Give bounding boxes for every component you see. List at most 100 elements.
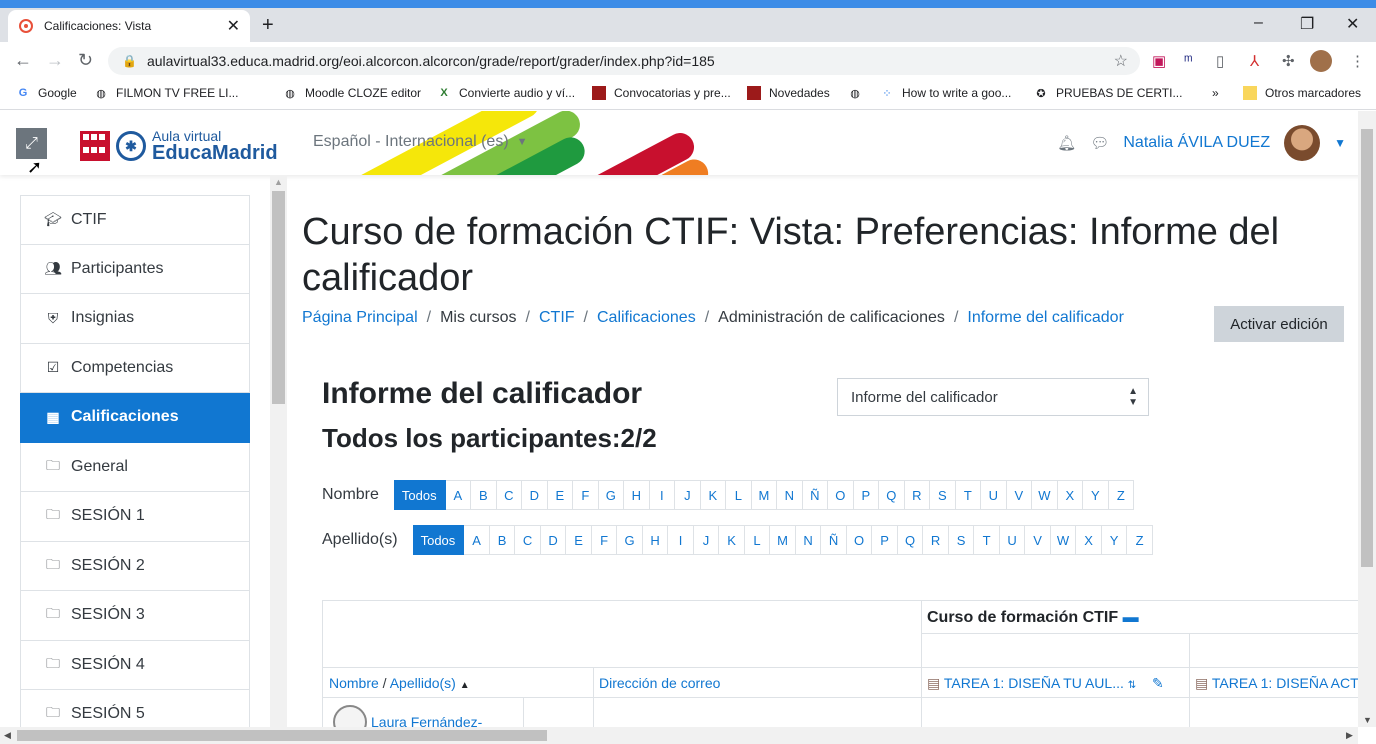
last-initial-letter[interactable]: V [1025, 525, 1051, 555]
collapse-minus-icon[interactable]: ▬ [1123, 609, 1139, 626]
maximize-icon[interactable]: ❐ [1300, 14, 1314, 34]
bookmark-star-icon[interactable]: ☆ [1114, 51, 1128, 71]
last-initial-letter[interactable]: D [540, 525, 567, 555]
first-initial-letter[interactable]: P [853, 480, 880, 510]
drawer-item-sesi-n-3[interactable]: 🗀 SESIÓN 3 [20, 591, 250, 641]
last-initial-letter[interactable]: X [1076, 525, 1102, 555]
last-initial-letter[interactable]: U [999, 525, 1026, 555]
address-bar[interactable]: 🔒 aulavirtual33.educa.madrid.org/eoi.alc… [108, 47, 1140, 75]
drawer-item-calificaciones[interactable]: ▦ Calificaciones [20, 393, 250, 443]
educamadrid-logo[interactable]: ✱ Aula virtual EducaMadrid [80, 129, 278, 163]
first-initial-letter[interactable]: X [1057, 480, 1084, 510]
extension-pdf-icon[interactable]: ⅄ [1250, 52, 1259, 70]
other-bookmarks[interactable]: Otros marcadores [1243, 86, 1361, 100]
bookmark-item[interactable]: ◍ [848, 86, 870, 100]
last-initial-letter[interactable]: F [591, 525, 618, 555]
horizontal-scrollbar[interactable]: ◀ ▶ [0, 727, 1358, 744]
sort-icon[interactable]: ⇅ [1128, 680, 1136, 691]
back-icon[interactable]: ← [14, 50, 32, 71]
first-initial-letter[interactable]: N [777, 480, 803, 510]
last-initial-letter[interactable]: C [515, 525, 541, 555]
last-initial-letter[interactable]: P [872, 525, 898, 555]
edit-pencil-icon[interactable]: ✎ [1152, 675, 1164, 691]
first-initial-letter[interactable]: B [471, 480, 497, 510]
drawer-item-insignias[interactable]: ⛨ Insignias [20, 294, 250, 344]
email-column-header[interactable]: Dirección de correo [599, 675, 720, 691]
first-initial-letter[interactable]: K [700, 480, 727, 510]
first-initial-letter[interactable]: V [1006, 480, 1033, 510]
close-tab-icon[interactable]: ✕ [227, 16, 240, 36]
bookmark-item[interactable]: ◍ Moodle CLOZE editor [283, 86, 421, 100]
browser-tab[interactable]: Calificaciones: Vista ✕ [8, 10, 250, 42]
first-initial-letter[interactable]: E [547, 480, 574, 510]
language-menu[interactable]: Español - Internacional (es) ▼ [313, 133, 528, 151]
last-initial-letter[interactable]: J [693, 525, 720, 555]
drawer-item-sesi-n-4[interactable]: 🗀 SESIÓN 4 [20, 640, 250, 690]
first-initial-letter[interactable]: A [445, 480, 472, 510]
task2-column-header[interactable]: ▤ TAREA 1: DISEÑA ACT [1195, 675, 1359, 692]
last-initial-all[interactable]: Todos [412, 525, 465, 555]
chat-icon[interactable]: 💬︎ [1090, 134, 1109, 152]
extensions-puzzle-icon[interactable]: ✣ [1282, 52, 1295, 70]
first-initial-letter[interactable]: J [675, 480, 701, 510]
last-initial-letter[interactable]: B [489, 525, 516, 555]
last-initial-letter[interactable]: E [566, 525, 592, 555]
first-initial-letter[interactable]: G [598, 480, 625, 510]
extension-mendeley-icon[interactable]: ᵐ [1184, 52, 1193, 69]
first-initial-letter[interactable]: W [1032, 480, 1058, 510]
first-initial-letter[interactable]: R [904, 480, 931, 510]
bookmark-item[interactable]: ◍ FILMON TV FREE LI... [94, 86, 238, 100]
user-name[interactable]: Natalia ÁVILA DUEZ [1123, 134, 1270, 152]
first-initial-letter[interactable]: H [624, 480, 650, 510]
bookmarks-more-icon[interactable]: » [1212, 86, 1219, 100]
forward-icon[interactable]: → [46, 50, 64, 71]
bookmark-item[interactable]: Convocatorias y pre... [592, 86, 731, 100]
horizontal-scroll-thumb[interactable] [17, 730, 547, 741]
last-initial-letter[interactable]: W [1050, 525, 1077, 555]
page-scrollbar[interactable]: ▼ [1358, 111, 1376, 727]
scroll-up-icon[interactable]: ▲ [274, 177, 283, 187]
first-initial-letter[interactable]: U [981, 480, 1007, 510]
report-selector[interactable]: Informe del calificador ▲ ▼ [837, 378, 1149, 416]
first-initial-letter[interactable]: Z [1108, 480, 1135, 510]
drawer-item-competencias[interactable]: ☑ Competencias [20, 343, 250, 393]
first-initial-letter[interactable]: S [930, 480, 956, 510]
expand-drawer-button[interactable]: ⤢ [16, 128, 47, 159]
bookmark-item[interactable]: Novedades [747, 86, 830, 100]
bookmark-item[interactable]: X Convierte audio y ví... [437, 86, 575, 100]
last-initial-letter[interactable]: Ñ [821, 525, 847, 555]
first-initial-letter[interactable]: L [726, 480, 752, 510]
scroll-right-icon[interactable]: ▶ [1346, 730, 1353, 741]
first-initial-letter[interactable]: F [573, 480, 599, 510]
bookmark-item[interactable]: ⁘ How to write a goo... [880, 86, 1011, 100]
bookmark-item[interactable]: G Google [16, 86, 77, 100]
drawer-item-participantes[interactable]: 👥︎ Participantes [20, 244, 250, 294]
page-scroll-thumb[interactable] [1361, 129, 1373, 567]
last-initial-letter[interactable]: Y [1101, 525, 1128, 555]
menu-kebab-icon[interactable]: ⋮ [1350, 52, 1365, 70]
toggle-edit-button[interactable]: Activar edición [1214, 306, 1344, 342]
last-initial-letter[interactable]: O [846, 525, 873, 555]
first-initial-letter[interactable]: Y [1083, 480, 1109, 510]
bookmark-item[interactable]: ✪ PRUEBAS DE CERTI... [1034, 86, 1182, 100]
first-initial-letter[interactable]: I [649, 480, 676, 510]
last-initial-letter[interactable]: Q [897, 525, 924, 555]
first-initial-all[interactable]: Todos [393, 480, 446, 510]
breadcrumb-item[interactable]: Informe del calificador [967, 309, 1124, 327]
new-tab-button[interactable]: + [262, 14, 274, 37]
close-window-icon[interactable]: ✕ [1346, 14, 1359, 34]
breadcrumb-item[interactable]: Página Principal [302, 309, 418, 327]
avatar[interactable] [1284, 125, 1321, 161]
profile-avatar-icon[interactable] [1310, 50, 1332, 72]
last-initial-letter[interactable]: H [642, 525, 669, 555]
task1-column-header[interactable]: ▤ TAREA 1: DISEÑA TU AUL... ⇅ ✎ [927, 675, 1164, 692]
first-initial-letter[interactable]: Q [879, 480, 905, 510]
last-initial-letter[interactable]: M [770, 525, 796, 555]
bell-icon[interactable]: 🔔︎ [1057, 134, 1076, 152]
breadcrumb-item[interactable]: Calificaciones [597, 309, 696, 327]
first-initial-letter[interactable]: M [751, 480, 778, 510]
last-initial-letter[interactable]: R [923, 525, 949, 555]
name-column-header[interactable]: Nombre / Apellido(s) ▲ [329, 675, 470, 691]
last-initial-letter[interactable]: Z [1127, 525, 1153, 555]
last-initial-letter[interactable]: G [617, 525, 643, 555]
